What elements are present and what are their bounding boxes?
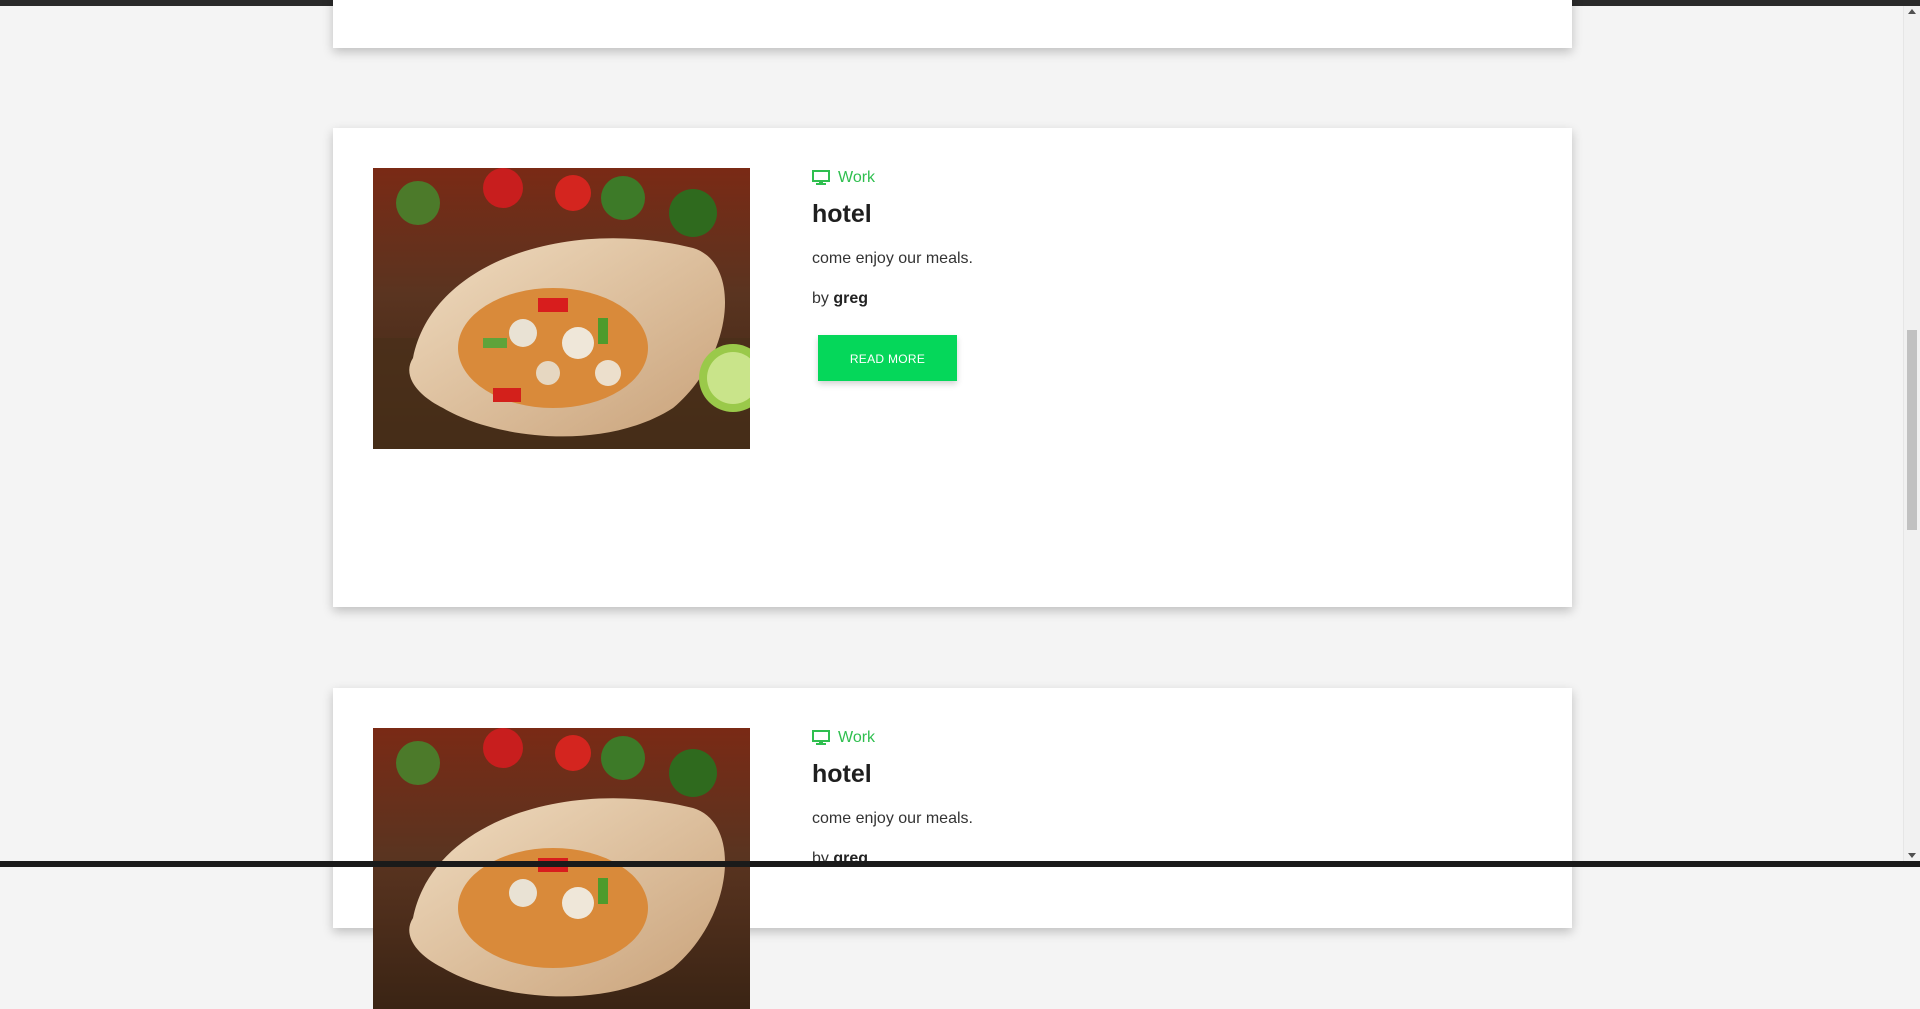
monitor-icon [812,730,830,746]
post-author: by greg [812,289,1512,309]
vertical-scrollbar[interactable] [1903,6,1920,861]
burrito-image [373,168,750,449]
post-category[interactable]: Work [812,728,1512,748]
post-title[interactable]: hotel [812,199,1512,229]
post-content: Work hotel come enjoy our meals. by greg [812,728,1512,869]
post-content: Work hotel come enjoy our meals. by greg… [812,168,1512,381]
post-excerpt: come enjoy our meals. [812,250,973,267]
browser-bottom-bar [0,861,1920,867]
post-image[interactable] [373,728,750,1009]
post-excerpt: come enjoy our meals. [812,810,973,827]
post-card-previous [333,0,1572,48]
burrito-image [373,728,750,1009]
scroll-thumb[interactable] [1907,330,1917,530]
scroll-down-arrow-icon[interactable] [1908,853,1916,858]
post-category-label: Work [838,169,876,186]
post-category[interactable]: Work [812,168,1512,188]
author-prefix: by [812,290,829,307]
author-name[interactable]: greg [833,290,868,307]
read-more-button[interactable]: READ MORE [818,335,957,381]
post-card: Work hotel come enjoy our meals. by greg… [333,128,1572,607]
monitor-icon [812,170,830,186]
post-title[interactable]: hotel [812,759,1512,789]
post-image[interactable] [373,168,750,449]
post-card: Work hotel come enjoy our meals. by greg [333,688,1572,1009]
post-category-label: Work [838,729,876,746]
scroll-up-arrow-icon[interactable] [1908,9,1916,14]
